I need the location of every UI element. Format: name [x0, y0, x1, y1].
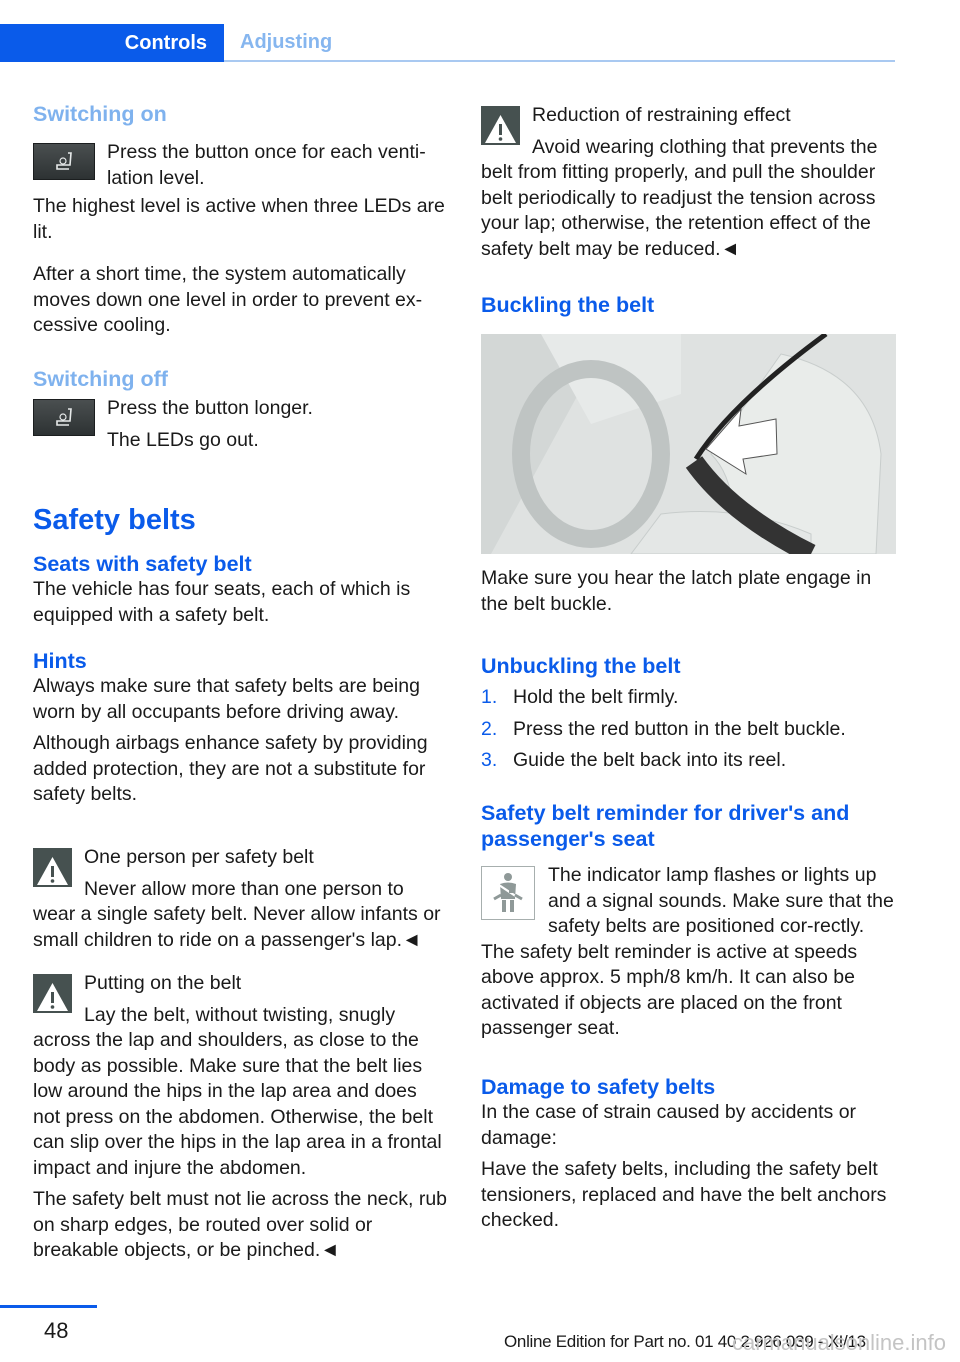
unbuckling-steps: 1. Hold the belt firmly. 2. Press the re… — [481, 685, 896, 774]
reminder-section: Safety belt reminder for driver's and pa… — [481, 800, 896, 1042]
seat-ventilation-button-icon — [33, 143, 95, 180]
switching-on-section: Switching on Press the button once for e… — [33, 100, 448, 339]
warning-triangle-icon — [33, 974, 72, 1013]
buckling-heading: Buckling the belt — [481, 293, 655, 317]
seatbelt-indicator-icon — [481, 866, 535, 920]
step-text: Guide the belt back into its reel. — [513, 749, 787, 771]
step-number: 2. — [481, 717, 498, 740]
seat-ventilation-button-icon — [33, 399, 95, 436]
safety-belts-section: Safety belts Seats with safety belt The … — [33, 503, 448, 808]
warning-one-person-body: Never allow more than one person to wear… — [33, 877, 441, 951]
step-number: 1. — [481, 686, 498, 708]
warning-restraining-body: Avoid wearing clothing that prevents the… — [481, 135, 878, 260]
switching-on-heading: Switching on — [33, 102, 167, 126]
warning-triangle-icon — [33, 848, 72, 887]
tab-adjusting-label: Adjusting — [240, 30, 333, 53]
reminder-heading: Safety belt reminder for driver's and pa… — [481, 801, 850, 851]
switching-off-heading: Switching off — [33, 367, 168, 391]
buckling-section: Buckling the belt Make sure you hear the… — [481, 292, 896, 617]
damage-section: Damage to safety belts In the case of st… — [481, 1074, 896, 1234]
hints-text-1: Always make sure that safety belts are b… — [33, 675, 420, 723]
list-item: 2. Press the red button in the belt buck… — [481, 717, 896, 743]
switching-on-text-3: After a short time, the system automatic… — [33, 263, 423, 336]
damage-text-2: Have the safety belts, including the saf… — [481, 1158, 887, 1231]
step-text: Hold the belt firmly. — [513, 686, 679, 708]
hints-text-2: Although airbags enhance safety by provi… — [33, 732, 428, 805]
warning-putting-on-body: Lay the belt, without twisting, snugly a… — [33, 1003, 442, 1179]
warning-one-person-title: One person per safety belt — [84, 846, 314, 868]
switching-off-text-1: Press the button longer. — [107, 397, 313, 419]
warning-putting-on-title: Putting on the belt — [84, 972, 242, 994]
tab-controls[interactable]: Controls — [0, 24, 224, 62]
switching-off-text-2: The LEDs go out. — [107, 428, 259, 451]
step-number: 3. — [481, 749, 498, 771]
page-number: 48 — [44, 1318, 69, 1343]
warning-putting-on-body-2: The safety belt must not lie across the … — [33, 1188, 448, 1261]
footer-divider — [0, 1305, 97, 1308]
damage-heading: Damage to safety belts — [481, 1075, 716, 1099]
warning-restraining-title: Reduction of restraining effect — [532, 104, 791, 126]
step-text: Press the red button in the belt buckle. — [513, 717, 846, 740]
reminder-text: The indicator lamp flashes or lights up … — [481, 864, 894, 1039]
damage-text-1: In the case of strain caused by accident… — [481, 1101, 857, 1149]
tab-controls-label: Controls — [124, 31, 207, 54]
switching-on-text-2: The highest level is active when three L… — [33, 195, 445, 243]
switching-off-section: Switching off Press the button longer. T… — [33, 365, 448, 453]
seat-belt-buckling-illustration — [481, 334, 896, 554]
buckling-text: Make sure you hear the latch plate engag… — [481, 567, 872, 615]
page-header: Controls Adjusting — [0, 24, 895, 62]
warning-putting-on: Putting on the belt Lay the belt, withou… — [33, 971, 448, 1264]
hints-heading: Hints — [33, 649, 87, 673]
warning-one-person: One person per safety belt Never allow m… — [33, 845, 448, 953]
list-item: 3. Guide the belt back into its reel. — [481, 748, 896, 774]
seats-heading: Seats with safety belt — [33, 552, 252, 576]
unbuckling-heading: Unbuckling the belt — [481, 654, 681, 678]
safety-belts-heading: Safety belts — [33, 504, 196, 536]
warning-triangle-icon — [481, 106, 520, 145]
header-divider — [224, 60, 895, 62]
unbuckling-section: Unbuckling the belt 1. Hold the belt fir… — [481, 653, 896, 774]
list-item: 1. Hold the belt firmly. — [481, 685, 896, 711]
seats-text: The vehicle has four seats, each of whic… — [33, 578, 411, 626]
watermark: carmanualsonline.info — [731, 1330, 946, 1355]
tab-adjusting[interactable]: Adjusting — [240, 24, 332, 60]
switching-on-text-1: Press the button once for each venti-lat… — [107, 141, 426, 189]
warning-restraining: Reduction of restraining effect Avoid we… — [481, 103, 896, 262]
